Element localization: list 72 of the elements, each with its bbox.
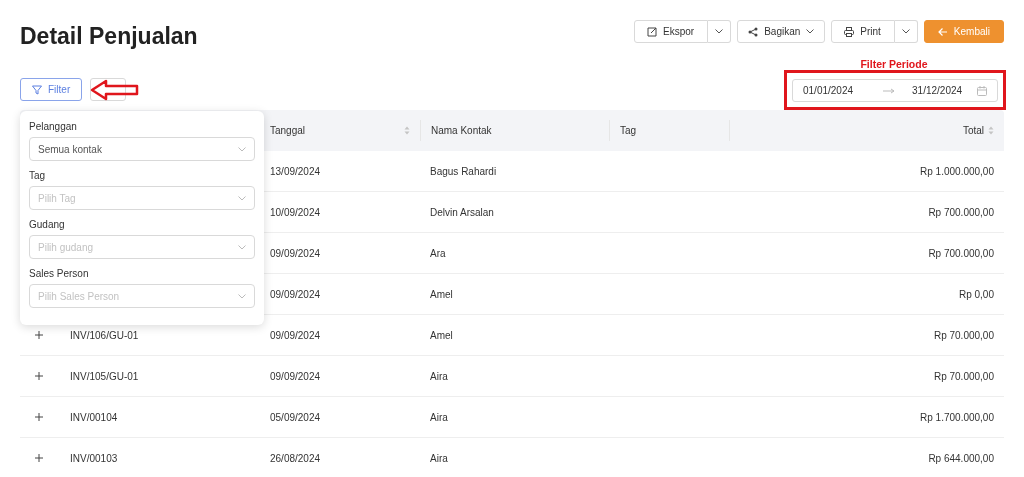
table-cell: Rp 644.000,00: [928, 452, 994, 464]
table-cell: 05/09/2024: [270, 411, 321, 423]
column-header[interactable]: Nama Kontak: [431, 125, 492, 136]
start-date: 01/01/2024: [803, 85, 854, 96]
end-date: 31/12/2024: [912, 85, 963, 96]
table-cell: Delvin Arsalan: [430, 206, 494, 218]
dropdown-button[interactable]: [894, 20, 918, 43]
annotation-label: Filter Periode: [860, 58, 928, 70]
table-cell: Amel: [430, 329, 453, 341]
share-icon: [748, 26, 759, 37]
caret-icon: [715, 29, 724, 34]
caret-icon: [238, 195, 246, 201]
table-cell: 13/09/2024: [270, 165, 321, 177]
toolbar-button[interactable]: Print: [831, 20, 895, 43]
field-label: Gudang: [29, 219, 66, 230]
select-placeholder: Pilih Sales Person: [38, 290, 120, 302]
table-cell: INV/106/GU-01: [70, 329, 139, 341]
table-cell: 09/09/2024: [270, 247, 321, 259]
field-label: Tag: [29, 170, 47, 181]
table-cell: Amel: [430, 288, 453, 300]
table-cell: 26/08/2024: [270, 452, 321, 464]
printer-icon: [844, 26, 855, 37]
arrow-annotation: [90, 79, 140, 101]
arrow-icon: [883, 87, 896, 94]
caret-icon: [238, 244, 246, 250]
column-header[interactable]: Tanggal: [270, 125, 306, 136]
table-cell: 09/09/2024: [270, 370, 321, 382]
arrow-left-icon: [937, 26, 948, 37]
select-placeholder: Pilih gudang: [38, 241, 94, 253]
caret-icon: [901, 29, 910, 34]
table-cell: Rp 1.000.000,00: [920, 165, 994, 177]
select-placeholder: Pilih Tag: [38, 192, 76, 204]
select-field[interactable]: Semua kontak: [29, 137, 255, 161]
table-cell: INV/00104: [70, 411, 118, 423]
filter-icon: [32, 84, 42, 95]
column-header[interactable]: Tag: [620, 125, 637, 136]
table-cell: Rp 700.000,00: [928, 206, 994, 218]
table-cell: Rp 700.000,00: [928, 247, 994, 259]
table-cell: 09/09/2024: [270, 329, 321, 341]
plus-icon: [35, 454, 43, 462]
select-value: Semua kontak: [38, 143, 102, 155]
caret-icon: [238, 146, 246, 152]
calendar-icon: [977, 85, 987, 96]
plus-icon: [35, 372, 43, 380]
field-label: Sales Person: [29, 268, 90, 279]
column-header[interactable]: Total: [962, 125, 984, 136]
table-cell: Bagus Rahardi: [430, 165, 497, 177]
plus-icon: [35, 331, 43, 339]
filter-button[interactable]: Filter: [20, 78, 83, 101]
table-cell: Ara: [430, 247, 446, 259]
dropdown-button[interactable]: [708, 20, 732, 43]
date-range-field[interactable]: 01/01/2024 31/12/2024: [792, 79, 998, 102]
table-cell: Rp 0,00: [958, 288, 994, 300]
toolbar-button[interactable]: [90, 78, 127, 101]
caret-icon: [238, 293, 246, 299]
page-title: Detail Penjualan: [20, 22, 198, 50]
toolbar-button[interactable]: Bagikan: [737, 20, 826, 43]
table-cell: INV/00103: [70, 452, 118, 464]
table-cell: Rp 1.700.000,00: [920, 411, 994, 423]
table-cell: INV/105/GU-01: [70, 370, 139, 382]
table-cell: 09/09/2024: [270, 288, 321, 300]
table-cell: Aira: [430, 452, 448, 464]
table-cell: Rp 70.000,00: [933, 370, 994, 382]
toolbar-button[interactable]: Ekspor: [634, 20, 709, 43]
table-cell: Rp 70.000,00: [933, 329, 994, 341]
caret-icon: [806, 29, 815, 34]
export-icon: [647, 26, 658, 37]
table-cell: Aira: [430, 411, 448, 423]
table-cell: Aira: [430, 370, 448, 382]
table-cell: 10/09/2024: [270, 206, 321, 218]
plus-icon: [35, 413, 43, 421]
field-label: Pelanggan: [29, 121, 78, 132]
